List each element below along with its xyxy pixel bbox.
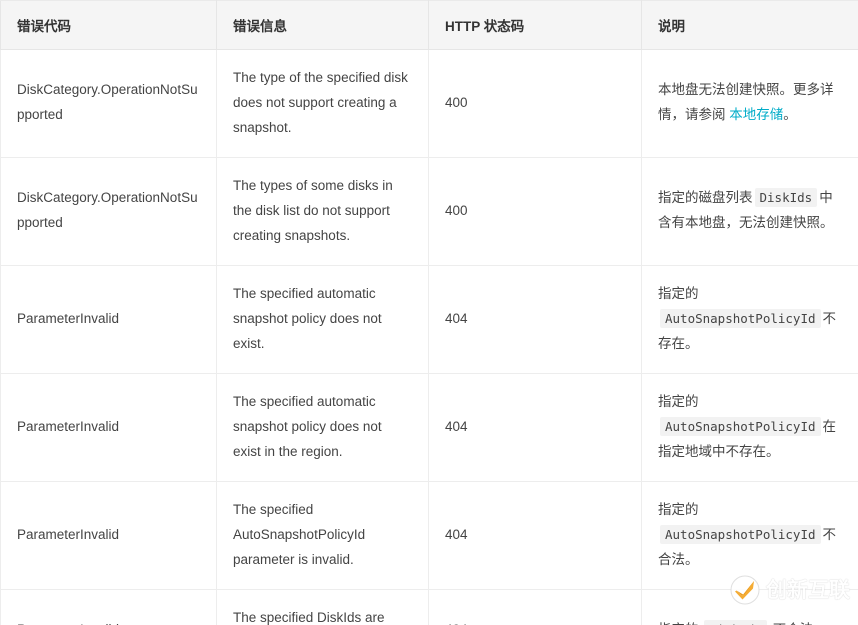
column-header-error-message: 错误信息 (216, 0, 429, 50)
cell-http-status: 400 (428, 49, 642, 158)
cell-description: 本地盘无法创建快照。更多详情，请参阅 本地存储。 (641, 49, 858, 158)
table-header: 错误代码 错误信息 HTTP 状态码 说明 (0, 0, 858, 50)
description-doc-link[interactable]: 本地存储 (729, 107, 783, 122)
cell-error-code: ParameterInvalid (0, 372, 217, 482)
table-row: DiskCategory.OperationNotSupported The ty… (0, 156, 858, 266)
cell-http-status: 400 (428, 156, 642, 266)
table-row: ParameterInvalid The specified automatic … (0, 372, 858, 482)
cell-error-code: ParameterInvalid (0, 588, 217, 625)
cell-error-message: The types of some disks in the disk list… (216, 156, 429, 266)
description-text: 指定的 (658, 393, 699, 409)
cell-error-code: ParameterInvalid (0, 264, 217, 374)
cell-error-code: ParameterInvalid (0, 480, 217, 590)
inline-code-token: AutoSnapshotPolicyId (660, 416, 821, 436)
table-row: ParameterInvalid The specified AutoSnapsh… (0, 480, 858, 590)
description-text: 。 (783, 107, 797, 123)
cell-description: 指定的磁盘列表 DiskIds 中含有本地盘，无法创建快照。 (641, 156, 858, 266)
error-code-table: 错误代码 错误信息 HTTP 状态码 说明 DiskCategory.Opera… (0, 0, 858, 625)
table-row: ParameterInvalidThe specified DiskIds ar… (0, 588, 858, 625)
cell-error-message: The specified automatic snapshot policy … (216, 372, 429, 482)
cell-http-status: 404 (428, 588, 642, 625)
error-code-table-page: 错误代码 错误信息 HTTP 状态码 说明 DiskCategory.Opera… (0, 0, 858, 625)
column-header-http-status: HTTP 状态码 (428, 0, 642, 50)
cell-error-code: DiskCategory.OperationNotSupported (0, 156, 217, 266)
cell-http-status: 404 (428, 264, 642, 374)
inline-code-token: DiskIds (754, 188, 818, 208)
cell-description: 指定的AutoSnapshotPolicyId 不合法。 (641, 480, 858, 590)
inline-code-token: AutoSnapshotPolicyId (660, 308, 821, 328)
cell-description: 指定的AutoSnapshotPolicyId 在指定地域中不存在。 (641, 372, 858, 482)
cell-error-message: The type of the specified disk does not … (216, 49, 429, 158)
inline-code-token: DiskIds (704, 620, 767, 625)
cell-description: 指定的 DiskIds 不合法。 (641, 588, 858, 625)
cell-http-status: 404 (428, 372, 642, 482)
description-text: 指定的磁盘列表 (658, 190, 753, 206)
cell-error-message: The specified AutoSnapshotPolicyId param… (216, 480, 429, 590)
cell-error-code: DiskCategory.OperationNotSupported (0, 49, 217, 158)
cell-error-message: The specified automatic snapshot policy … (216, 264, 429, 374)
table-body: DiskCategory.OperationNotSupported The ty… (0, 49, 858, 625)
cell-description: 指定的AutoSnapshotPolicyId 不存在。 (641, 264, 858, 374)
cell-error-message: The specified DiskIds are invalid. (216, 588, 429, 625)
table-header-row: 错误代码 错误信息 HTTP 状态码 说明 (0, 0, 858, 50)
table-row: ParameterInvalid The specified automatic … (0, 264, 858, 374)
cell-http-status: 404 (428, 480, 642, 590)
table-row: DiskCategory.OperationNotSupported The ty… (0, 49, 858, 158)
column-header-description: 说明 (641, 0, 858, 50)
inline-code-token: AutoSnapshotPolicyId (660, 524, 821, 544)
column-header-error-code: 错误代码 (0, 0, 217, 50)
description-text: 指定的 (658, 501, 699, 517)
description-text: 指定的 (658, 285, 699, 301)
